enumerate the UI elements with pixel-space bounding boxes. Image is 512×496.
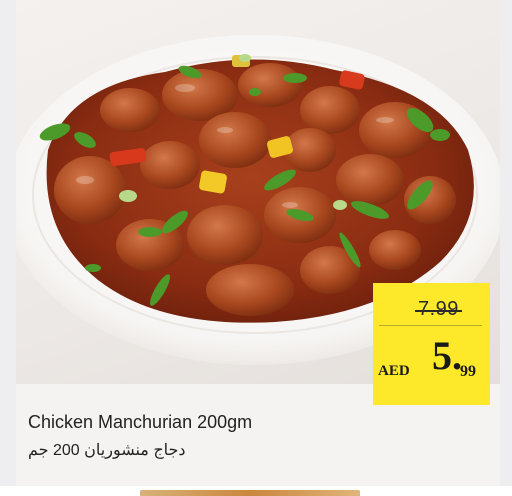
product-name-english: Chicken Manchurian 200gm [28, 412, 253, 432]
product-name-arabic: دجاج منشوريان 200 جم [28, 442, 186, 459]
new-price-decimal: 99 [460, 363, 476, 380]
next-product-image-edge [140, 490, 360, 496]
price-divider [379, 325, 482, 326]
old-price: 7.99 [415, 298, 462, 320]
currency-label: AED [378, 363, 410, 379]
new-price-integer: 5. [432, 333, 462, 378]
